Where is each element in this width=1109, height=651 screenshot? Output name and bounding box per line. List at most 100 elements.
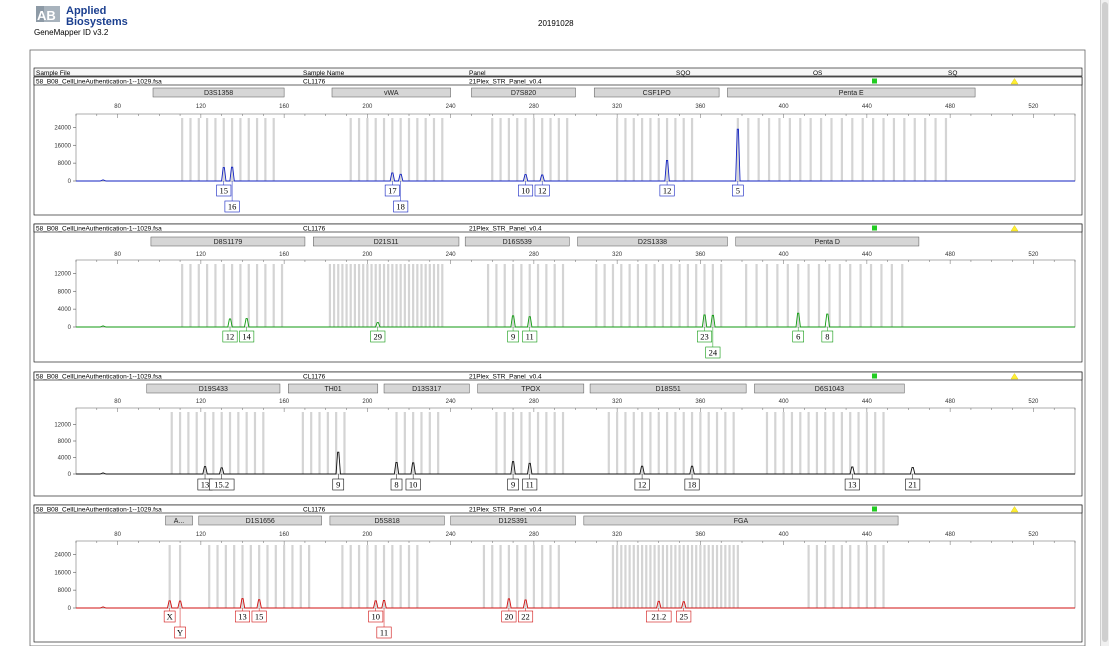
- x-tick-label: 160: [279, 399, 290, 405]
- allele-bin: [665, 412, 669, 474]
- allele-bin: [611, 545, 615, 608]
- allele-bin: [349, 545, 352, 608]
- x-tick-label: 320: [612, 532, 623, 538]
- allele-bin: [632, 118, 635, 181]
- allele-bin: [678, 545, 681, 608]
- allele-bin: [499, 545, 502, 608]
- allele-bin: [799, 412, 802, 474]
- allele-bin: [253, 412, 257, 474]
- allele-call-label: 9: [511, 480, 515, 490]
- allele-bin: [715, 412, 719, 474]
- y-tick-label: 24000: [54, 552, 71, 558]
- allele-bin: [645, 545, 648, 608]
- x-tick-label: 280: [529, 399, 540, 405]
- allele-bin: [482, 545, 486, 608]
- allele-bin: [595, 264, 598, 327]
- allele-bin: [641, 412, 644, 474]
- allele-bin: [707, 412, 710, 474]
- column-sample-file: Sample File: [36, 70, 71, 77]
- x-tick-label: 360: [695, 104, 706, 110]
- allele-call-label: 5: [736, 186, 740, 196]
- allele-bin: [757, 118, 760, 181]
- panel-name: 21Plex_STR_Panel_v0.4: [469, 507, 542, 514]
- allele-bin: [657, 545, 660, 608]
- allele-bin: [711, 545, 714, 608]
- marker-label: D16S539: [503, 239, 532, 246]
- allele-bin: [665, 545, 669, 608]
- allele-bin: [416, 264, 419, 327]
- allele-bin: [437, 412, 440, 474]
- allele-bin: [849, 264, 852, 327]
- allele-bin: [491, 545, 494, 608]
- x-tick-label: 400: [779, 532, 790, 538]
- allele-bin: [395, 264, 398, 327]
- allele-bin: [882, 412, 885, 474]
- allele-bin: [674, 118, 677, 181]
- plot-area: [75, 259, 1076, 328]
- allele-bin: [824, 545, 827, 608]
- allele-bin: [189, 264, 192, 327]
- marker-label: Penta D: [815, 239, 840, 246]
- allele-bin: [432, 264, 436, 327]
- allele-bin: [641, 545, 644, 608]
- allele-bin: [632, 545, 635, 608]
- allele-bin: [328, 264, 332, 327]
- allele-bin: [255, 264, 259, 327]
- x-tick-label: 200: [362, 399, 373, 405]
- panel-1: 58_B08_CellLineAuthentication-1--1029.fs…: [33, 76, 1083, 216]
- allele-bin: [840, 545, 843, 608]
- allele-call-label: 15: [255, 612, 264, 622]
- allele-bin: [274, 545, 277, 608]
- allele-bin: [649, 412, 652, 474]
- panel-3: 58_B08_CellLineAuthentication-1--1029.fs…: [33, 371, 1083, 497]
- marker-label: D7S820: [511, 90, 536, 97]
- allele-bin: [661, 264, 665, 327]
- allele-bin: [649, 118, 652, 181]
- allele-bin: [778, 118, 781, 181]
- column-header-row: [33, 67, 1083, 77]
- allele-call-label: 10: [409, 480, 418, 490]
- allele-bin: [516, 545, 519, 608]
- allele-bin: [391, 118, 394, 181]
- vertical-scrollbar[interactable]: [1100, 0, 1109, 646]
- allele-bin: [503, 264, 506, 327]
- status-green-square: [872, 506, 877, 512]
- marker-label: D19S433: [199, 386, 228, 393]
- allele-bin: [838, 264, 841, 327]
- allele-bin: [387, 264, 390, 327]
- allele-bin: [545, 264, 548, 327]
- allele-bin: [524, 545, 527, 608]
- allele-bin: [181, 118, 184, 181]
- allele-bin: [255, 118, 259, 181]
- allele-call-label: 29: [374, 332, 383, 342]
- allele-bin: [391, 545, 394, 608]
- allele-bin: [776, 264, 779, 327]
- x-tick-label: 440: [862, 104, 873, 110]
- allele-bin: [403, 264, 406, 327]
- scrollbar-thumb[interactable]: [1102, 2, 1108, 642]
- allele-bin: [212, 412, 215, 474]
- marker-label: FGA: [734, 518, 749, 525]
- allele-bin: [628, 545, 631, 608]
- x-tick-label: 320: [612, 399, 623, 405]
- allele-bin: [736, 118, 739, 181]
- marker-label: A...: [174, 518, 185, 525]
- sample-name: CL1176: [303, 79, 326, 86]
- x-tick-label: 160: [279, 104, 290, 110]
- page: AB Applied Biosystems GeneMapper ID v3.2…: [0, 0, 1109, 647]
- allele-bin: [786, 264, 789, 327]
- allele-bin: [616, 118, 619, 181]
- electropherogram-panels: 58_B08_CellLineAuthentication-1--1029.fs…: [33, 76, 1083, 643]
- marker-label: D5S818: [374, 518, 399, 525]
- allele-bin: [628, 264, 631, 327]
- x-tick-label: 120: [196, 532, 207, 538]
- allele-bin: [222, 264, 225, 327]
- allele-bin: [374, 118, 377, 181]
- allele-bin: [272, 118, 275, 181]
- allele-bin: [724, 412, 727, 474]
- allele-call-label: 24: [709, 348, 718, 358]
- panel-name: 21Plex_STR_Panel_v0.4: [469, 374, 542, 381]
- allele-bin: [790, 412, 794, 474]
- allele-bin: [357, 118, 361, 181]
- x-tick-label: 480: [945, 252, 956, 258]
